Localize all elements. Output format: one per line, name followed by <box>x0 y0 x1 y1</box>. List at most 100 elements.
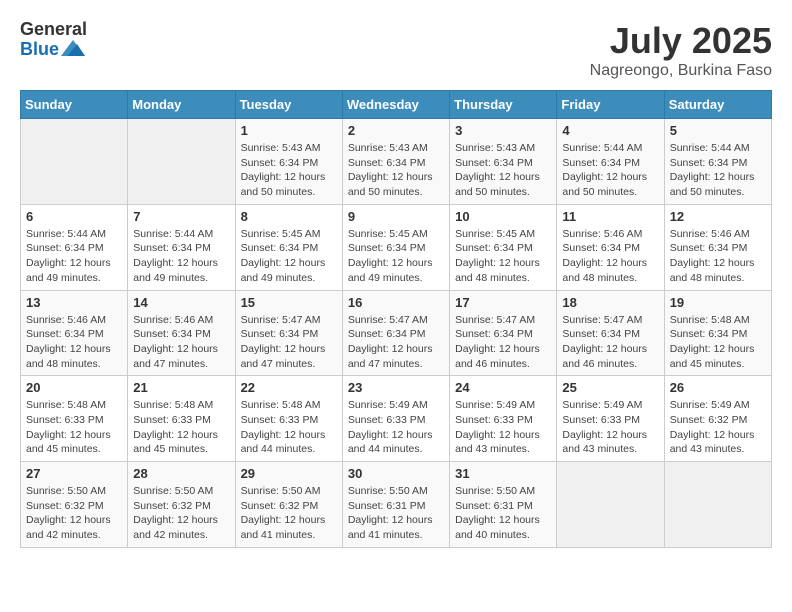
calendar-cell: 19 Sunrise: 5:48 AM Sunset: 6:34 PM Dayli… <box>664 290 771 376</box>
calendar-cell: 20 Sunrise: 5:48 AM Sunset: 6:33 PM Dayli… <box>21 376 128 462</box>
calendar-cell: 4Sunrise: 5:44 AM Sunset: 6:34 PM Daylig… <box>557 119 664 205</box>
day-number: 4 <box>562 123 658 138</box>
calendar-cell: 8Sunrise: 5:45 AM Sunset: 6:34 PM Daylig… <box>235 204 342 290</box>
day-info: Sunrise: 5:44 AM Sunset: 6:34 PM Dayligh… <box>26 227 122 286</box>
calendar-day-header: Friday <box>557 91 664 119</box>
calendar-day-header: Monday <box>128 91 235 119</box>
calendar-cell: 9 Sunrise: 5:45 AM Sunset: 6:34 PM Daylig… <box>342 204 449 290</box>
day-number: 22 <box>241 380 337 395</box>
day-number: 7 <box>133 209 229 224</box>
calendar-cell: 31Sunrise: 5:50 AM Sunset: 6:31 PM Dayli… <box>450 462 557 548</box>
day-info: Sunrise: 5:47 AM Sunset: 6:34 PM Dayligh… <box>455 313 551 372</box>
day-number: 21 <box>133 380 229 395</box>
calendar-cell: 30Sunrise: 5:50 AM Sunset: 6:31 PM Dayli… <box>342 462 449 548</box>
calendar-cell: 29 Sunrise: 5:50 AM Sunset: 6:32 PM Dayli… <box>235 462 342 548</box>
day-info: Sunrise: 5:49 AM Sunset: 6:33 PM Dayligh… <box>348 398 444 457</box>
calendar-cell: 23 Sunrise: 5:49 AM Sunset: 6:33 PM Dayli… <box>342 376 449 462</box>
day-info: Sunrise: 5:50 AM Sunset: 6:31 PM Dayligh… <box>348 484 444 543</box>
location-title: Nagreongo, Burkina Faso <box>590 62 772 80</box>
day-number: 25 <box>562 380 658 395</box>
calendar-cell: 11 Sunrise: 5:46 AM Sunset: 6:34 PM Dayli… <box>557 204 664 290</box>
day-info: Sunrise: 5:45 AM Sunset: 6:34 PM Dayligh… <box>455 227 551 286</box>
day-number: 23 <box>348 380 444 395</box>
calendar-cell: 7 Sunrise: 5:44 AM Sunset: 6:34 PM Daylig… <box>128 204 235 290</box>
day-info: Sunrise: 5:46 AM Sunset: 6:34 PM Dayligh… <box>26 313 122 372</box>
day-number: 5 <box>670 123 766 138</box>
calendar-day-header: Thursday <box>450 91 557 119</box>
day-number: 11 <box>562 209 658 224</box>
day-number: 27 <box>26 466 122 481</box>
day-number: 15 <box>241 295 337 310</box>
day-number: 31 <box>455 466 551 481</box>
calendar-cell <box>128 119 235 205</box>
calendar-cell <box>557 462 664 548</box>
day-number: 17 <box>455 295 551 310</box>
day-number: 28 <box>133 466 229 481</box>
calendar-cell: 27 Sunrise: 5:50 AM Sunset: 6:32 PM Dayli… <box>21 462 128 548</box>
day-info: Sunrise: 5:50 AM Sunset: 6:32 PM Dayligh… <box>133 484 229 543</box>
logo: General Blue <box>20 20 87 60</box>
calendar-cell: 28 Sunrise: 5:50 AM Sunset: 6:32 PM Dayli… <box>128 462 235 548</box>
calendar-cell: 5 Sunrise: 5:44 AM Sunset: 6:34 PM Daylig… <box>664 119 771 205</box>
calendar-cell: 16 Sunrise: 5:47 AM Sunset: 6:34 PM Dayli… <box>342 290 449 376</box>
day-number: 14 <box>133 295 229 310</box>
calendar-week-row: 27 Sunrise: 5:50 AM Sunset: 6:32 PM Dayli… <box>21 462 772 548</box>
day-number: 1 <box>241 123 337 138</box>
calendar-table: SundayMondayTuesdayWednesdayThursdayFrid… <box>20 90 772 548</box>
calendar-cell: 22 Sunrise: 5:48 AM Sunset: 6:33 PM Dayli… <box>235 376 342 462</box>
calendar-day-header: Sunday <box>21 91 128 119</box>
day-number: 8 <box>241 209 337 224</box>
calendar-cell: 12Sunrise: 5:46 AM Sunset: 6:34 PM Dayli… <box>664 204 771 290</box>
day-info: Sunrise: 5:44 AM Sunset: 6:34 PM Dayligh… <box>670 141 766 200</box>
calendar-week-row: 20 Sunrise: 5:48 AM Sunset: 6:33 PM Dayli… <box>21 376 772 462</box>
calendar-cell <box>664 462 771 548</box>
calendar-cell <box>21 119 128 205</box>
calendar-day-header: Wednesday <box>342 91 449 119</box>
day-number: 16 <box>348 295 444 310</box>
day-info: Sunrise: 5:48 AM Sunset: 6:33 PM Dayligh… <box>133 398 229 457</box>
day-info: Sunrise: 5:46 AM Sunset: 6:34 PM Dayligh… <box>562 227 658 286</box>
day-info: Sunrise: 5:46 AM Sunset: 6:34 PM Dayligh… <box>670 227 766 286</box>
day-info: Sunrise: 5:47 AM Sunset: 6:34 PM Dayligh… <box>241 313 337 372</box>
day-number: 2 <box>348 123 444 138</box>
page-header: General Blue July 2025 Nagreongo, Burkin… <box>20 20 772 80</box>
calendar-header-row: SundayMondayTuesdayWednesdayThursdayFrid… <box>21 91 772 119</box>
calendar-cell: 25 Sunrise: 5:49 AM Sunset: 6:33 PM Dayli… <box>557 376 664 462</box>
day-info: Sunrise: 5:50 AM Sunset: 6:32 PM Dayligh… <box>26 484 122 543</box>
calendar-cell: 17 Sunrise: 5:47 AM Sunset: 6:34 PM Dayli… <box>450 290 557 376</box>
day-number: 20 <box>26 380 122 395</box>
logo-icon <box>61 38 85 58</box>
day-info: Sunrise: 5:44 AM Sunset: 6:34 PM Dayligh… <box>133 227 229 286</box>
logo-blue-text: Blue <box>20 40 59 60</box>
day-number: 10 <box>455 209 551 224</box>
calendar-day-header: Tuesday <box>235 91 342 119</box>
day-info: Sunrise: 5:49 AM Sunset: 6:33 PM Dayligh… <box>455 398 551 457</box>
calendar-cell: 1 Sunrise: 5:43 AM Sunset: 6:34 PM Daylig… <box>235 119 342 205</box>
day-number: 29 <box>241 466 337 481</box>
day-info: Sunrise: 5:47 AM Sunset: 6:34 PM Dayligh… <box>348 313 444 372</box>
day-info: Sunrise: 5:43 AM Sunset: 6:34 PM Dayligh… <box>241 141 337 200</box>
day-info: Sunrise: 5:43 AM Sunset: 6:34 PM Dayligh… <box>455 141 551 200</box>
day-info: Sunrise: 5:49 AM Sunset: 6:32 PM Dayligh… <box>670 398 766 457</box>
day-number: 9 <box>348 209 444 224</box>
day-number: 24 <box>455 380 551 395</box>
day-number: 19 <box>670 295 766 310</box>
calendar-cell: 2 Sunrise: 5:43 AM Sunset: 6:34 PM Daylig… <box>342 119 449 205</box>
calendar-cell: 26Sunrise: 5:49 AM Sunset: 6:32 PM Dayli… <box>664 376 771 462</box>
calendar-cell: 15 Sunrise: 5:47 AM Sunset: 6:34 PM Dayli… <box>235 290 342 376</box>
calendar-cell: 3Sunrise: 5:43 AM Sunset: 6:34 PM Daylig… <box>450 119 557 205</box>
day-info: Sunrise: 5:48 AM Sunset: 6:33 PM Dayligh… <box>241 398 337 457</box>
day-info: Sunrise: 5:45 AM Sunset: 6:34 PM Dayligh… <box>348 227 444 286</box>
calendar-week-row: 6 Sunrise: 5:44 AM Sunset: 6:34 PM Daylig… <box>21 204 772 290</box>
calendar-cell: 24 Sunrise: 5:49 AM Sunset: 6:33 PM Dayli… <box>450 376 557 462</box>
day-number: 6 <box>26 209 122 224</box>
calendar-cell: 6 Sunrise: 5:44 AM Sunset: 6:34 PM Daylig… <box>21 204 128 290</box>
calendar-day-header: Saturday <box>664 91 771 119</box>
day-number: 13 <box>26 295 122 310</box>
day-info: Sunrise: 5:48 AM Sunset: 6:34 PM Dayligh… <box>670 313 766 372</box>
calendar-cell: 18Sunrise: 5:47 AM Sunset: 6:34 PM Dayli… <box>557 290 664 376</box>
day-info: Sunrise: 5:48 AM Sunset: 6:33 PM Dayligh… <box>26 398 122 457</box>
day-info: Sunrise: 5:50 AM Sunset: 6:32 PM Dayligh… <box>241 484 337 543</box>
day-info: Sunrise: 5:43 AM Sunset: 6:34 PM Dayligh… <box>348 141 444 200</box>
day-info: Sunrise: 5:49 AM Sunset: 6:33 PM Dayligh… <box>562 398 658 457</box>
